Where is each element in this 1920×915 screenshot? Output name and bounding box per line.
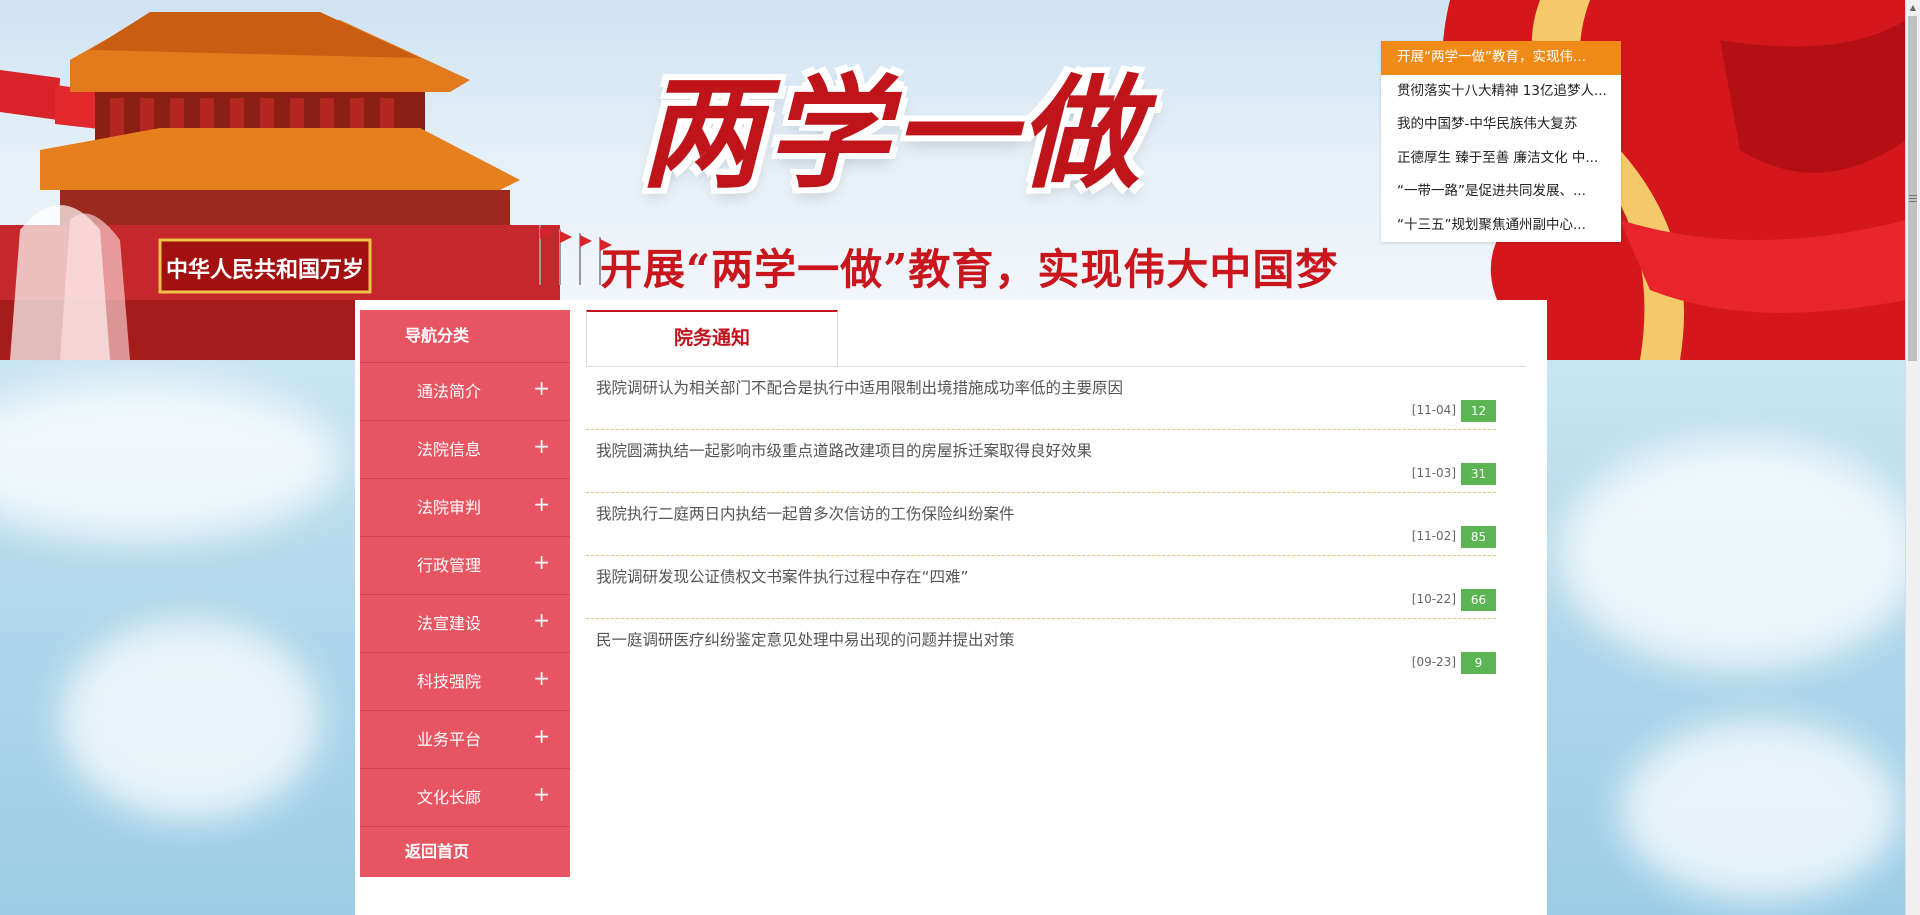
- news-date: [11-03]: [1411, 466, 1456, 480]
- headline-item[interactable]: “十三五”规划聚焦通州副中心...: [1381, 209, 1621, 243]
- news-date: [11-02]: [1411, 529, 1456, 543]
- headline-item[interactable]: “一带一路”是促进共同发展、...: [1381, 175, 1621, 209]
- sidebar-item-court-trial[interactable]: 法院审判 +: [360, 478, 570, 536]
- sidebar-item-label: 业务平台: [417, 730, 482, 749]
- background-cloud: [1620, 720, 1900, 900]
- sidebar-item-business-platform[interactable]: 业务平台 +: [360, 710, 570, 768]
- nav-sidebar: 导航分类 通法简介 + 法院信息 + 法院审判 + 行政管理 + 法宣建设 + …: [360, 310, 570, 877]
- headline-item[interactable]: 贯彻落实十八大精神 13亿追梦人...: [1381, 75, 1621, 109]
- news-date: [10-22]: [1411, 592, 1456, 606]
- news-list: 我院调研认为相关部门不配合是执行中适用限制出境措施成功率低的主要原因 [11-0…: [586, 367, 1496, 681]
- banner-title: 两学一做: [640, 61, 1144, 205]
- sidebar-item-label: 科技强院: [417, 672, 482, 691]
- sidebar-item-culture-gallery[interactable]: 文化长廊 +: [360, 768, 570, 826]
- headline-list: 开展“两学一做”教育，实现伟... 贯彻落实十八大精神 13亿追梦人... 我的…: [1381, 41, 1621, 242]
- list-item: 我院调研发现公证债权文书案件执行过程中存在“四难” [10-22] 66: [586, 556, 1496, 619]
- view-count-badge: 66: [1461, 589, 1496, 611]
- sidebar-item-label: 文化长廊: [417, 788, 482, 807]
- news-title-link[interactable]: 我院圆满执结一起影响市级重点道路改建项目的房屋拆迁案取得良好效果: [596, 439, 1092, 461]
- scrollbar-grip-icon: [1909, 195, 1917, 196]
- sidebar-item-label: 法院信息: [417, 440, 482, 459]
- scrollbar-grip-icon: [1909, 198, 1917, 199]
- page-scrollbar[interactable]: ▲: [1905, 0, 1920, 915]
- background-cloud: [60, 620, 320, 820]
- expand-plus-icon[interactable]: +: [533, 653, 550, 703]
- sidebar-item-label: 法宣建设: [417, 614, 482, 633]
- scroll-up-arrow-icon[interactable]: ▲: [1906, 0, 1920, 16]
- news-title-link[interactable]: 民一庭调研医疗纠纷鉴定意见处理中易出现的问题并提出对策: [596, 628, 1015, 650]
- content-panel: 院务通知 我院调研认为相关部门不配合是执行中适用限制出境措施成功率低的主要原因 …: [586, 310, 1526, 681]
- back-home-link[interactable]: 返回首页: [360, 826, 570, 877]
- sidebar-header: 导航分类: [405, 326, 470, 345]
- sidebar-item-label: 通法简介: [417, 382, 482, 401]
- view-count-badge: 12: [1461, 400, 1496, 422]
- list-item: 我院圆满执结一起影响市级重点道路改建项目的房屋拆迁案取得良好效果 [11-03]…: [586, 430, 1496, 493]
- sidebar-item-label: 行政管理: [417, 556, 482, 575]
- tab-notices[interactable]: 院务通知: [586, 310, 838, 366]
- background-cloud: [1560, 440, 1920, 670]
- list-item: 民一庭调研医疗纠纷鉴定意见处理中易出现的问题并提出对策 [09-23] 9: [586, 619, 1496, 681]
- sidebar-item-court-info[interactable]: 法院信息 +: [360, 420, 570, 478]
- list-item: 我院调研认为相关部门不配合是执行中适用限制出境措施成功率低的主要原因 [11-0…: [586, 367, 1496, 430]
- expand-plus-icon[interactable]: +: [533, 595, 550, 645]
- sidebar-item-legal-publicity[interactable]: 法宣建设 +: [360, 594, 570, 652]
- background-cloud: [0, 380, 340, 540]
- main-container: 导航分类 通法简介 + 法院信息 + 法院审判 + 行政管理 + 法宣建设 + …: [355, 300, 1547, 915]
- scrollbar-grip-icon: [1909, 201, 1917, 202]
- view-count-badge: 9: [1461, 652, 1496, 674]
- expand-plus-icon[interactable]: +: [533, 421, 550, 471]
- view-count-badge: 31: [1461, 463, 1496, 485]
- headline-item[interactable]: 正德厚生 臻于至善 廉洁文化 中...: [1381, 142, 1621, 176]
- scrollbar-thumb[interactable]: [1908, 16, 1917, 361]
- news-title-link[interactable]: 我院调研发现公证债权文书案件执行过程中存在“四难”: [596, 565, 969, 587]
- gate-sign: 中华人民共和国万岁: [166, 257, 364, 283]
- news-date: [11-04]: [1411, 403, 1456, 417]
- sidebar-item-label: 法院审判: [417, 498, 482, 517]
- banner-subtitle: 开展“两学一做”教育，实现伟大中国梦: [600, 245, 1339, 294]
- news-date: [09-23]: [1411, 655, 1456, 669]
- sidebar-item-administration[interactable]: 行政管理 +: [360, 536, 570, 594]
- headline-item[interactable]: 开展“两学一做”教育，实现伟...: [1381, 41, 1621, 75]
- news-title-link[interactable]: 我院执行二庭两日内执结一起曾多次信访的工伤保险纠纷案件: [596, 502, 1015, 524]
- list-item: 我院执行二庭两日内执结一起曾多次信访的工伤保险纠纷案件 [11-02] 85: [586, 493, 1496, 556]
- expand-plus-icon[interactable]: +: [533, 537, 550, 587]
- expand-plus-icon[interactable]: +: [533, 711, 550, 761]
- sidebar-item-technology[interactable]: 科技强院 +: [360, 652, 570, 710]
- view-count-badge: 85: [1461, 526, 1496, 548]
- news-title-link[interactable]: 我院调研认为相关部门不配合是执行中适用限制出境措施成功率低的主要原因: [596, 376, 1123, 398]
- sidebar-item-court-intro[interactable]: 通法简介 +: [360, 362, 570, 420]
- expand-plus-icon[interactable]: +: [533, 479, 550, 529]
- headline-item[interactable]: 我的中国梦-中华民族伟大复苏: [1381, 108, 1621, 142]
- expand-plus-icon[interactable]: +: [533, 769, 550, 819]
- expand-plus-icon[interactable]: +: [533, 363, 550, 413]
- tab-bar: 院务通知: [586, 310, 1526, 367]
